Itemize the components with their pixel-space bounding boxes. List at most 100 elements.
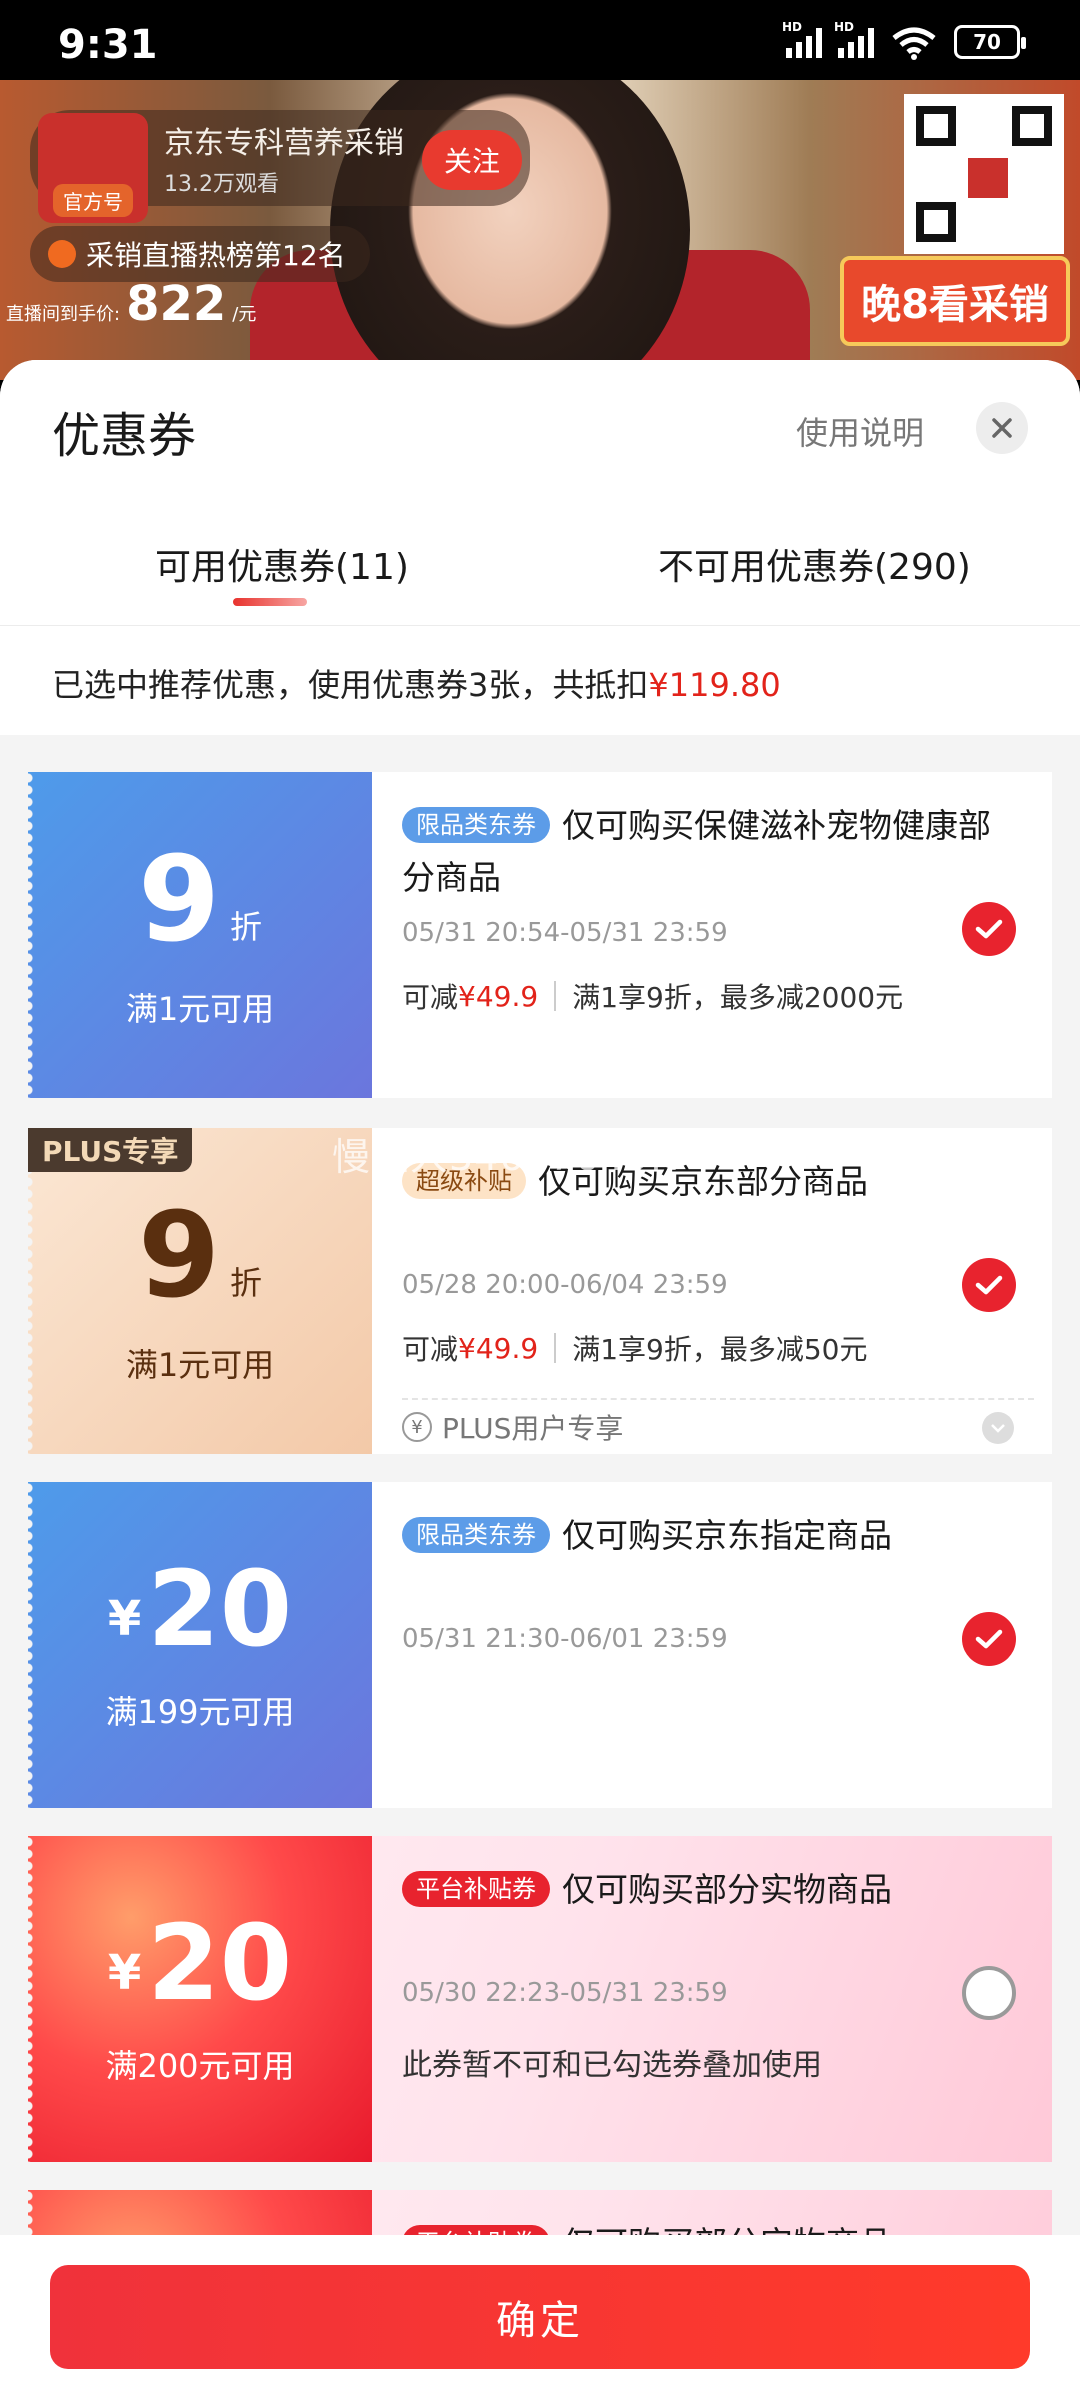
sheet-header: 优惠券 使用说明 可用优惠券(11) 不可用优惠券(290) [0,360,1080,625]
coupon-value-panel: ¥ 20 满200元可用 [28,1836,372,2162]
coupon-deduct: 可减 ¥49.9 满1享9折，最多减50元 [402,1328,1052,1368]
coupon-card[interactable]: 9 折 满1元可用 限品类东券 仅可购买保健滋补宠物健康部分商品 05/31 20… [28,772,1052,1098]
price-label: 直播间到手价: [6,304,121,325]
coupon-value-panel: 9 折 满1元可用 [28,1128,372,1454]
coupon-value-panel: 9 折 满1元可用 [28,772,372,1098]
shop-logo: 官方号 [38,113,148,223]
coupon-condition: 满199元可用 [105,1693,295,1731]
coupon-title: 仅可购买部分实物商品 [562,1870,892,1909]
coupon-tag: 限品类东券 [402,1517,550,1553]
coupon-edge [28,772,36,1098]
qr-logo [968,158,1008,198]
live-video[interactable]: 官方号 京东专科营养采销 13.2万观看 关注 采销直播热榜第12名 直播间到手… [0,80,1080,380]
coupon-details: 限品类东券 仅可购买京东指定商品 05/31 21:30-06/01 23:59 [372,1482,1052,1808]
coupon-selected-checkbox[interactable] [962,1612,1016,1666]
coupon-unit: 折 [230,908,263,946]
check-icon [975,919,1003,939]
coupon-sheet: 优惠券 使用说明 可用优惠券(11) 不可用优惠券(290) 已选中推荐优惠，使… [0,360,1080,2400]
coupon-card[interactable]: ¥ 20 满199元可用 限品类东券 仅可购买京东指定商品 05/31 21:30… [28,1482,1052,1808]
coupon-condition: 满1元可用 [125,990,275,1028]
coupon-edge [28,1836,36,2162]
view-count: 13.2万观看 [164,172,279,197]
qr-finder [916,202,956,242]
rank-text: 采销直播热榜第12名 [86,239,346,272]
currency-symbol: ¥ [107,1945,142,2001]
coupon-value-panel: ¥ 20 满199元可用 [28,1482,372,1808]
coupon-deduct: 可减 ¥49.9 满1享9折，最多减2000元 [402,976,1052,1016]
coupon-rule: 满1享9折，最多减50元 [572,1333,868,1366]
deduct-label: 可减 [402,1333,459,1366]
summary-amount: ¥119.80 [648,666,781,704]
usage-help-link[interactable]: 使用说明 [796,408,924,454]
check-icon [975,1629,1003,1649]
follow-button[interactable]: 关注 [422,130,522,190]
coupon-unselected-radio[interactable] [962,1966,1016,2020]
summary-text: 已选中推荐优惠，使用优惠券3张，共抵扣¥119.80 [52,660,781,706]
signal-icon: HD [834,20,874,58]
coupon-details: 限品类东券 仅可购买保健滋补宠物健康部分商品 05/31 20:54-05/31 … [372,772,1052,1098]
qr-finder [916,106,956,146]
coupon-validity: 05/28 20:00-06/04 23:59 [402,1270,728,1300]
coupon-unit: 折 [230,1264,263,1302]
shop-info: 京东专科营养采销 13.2万观看 [164,118,404,198]
coupon-note: 此券暂不可和已勾选券叠加使用 [402,2048,822,2083]
coupon-condition: 满1元可用 [125,1346,275,1384]
yen-icon: ¥ [402,1412,432,1442]
coupon-value: 9 折 [138,840,262,958]
coupon-value: ¥ 20 [108,1557,292,1661]
deduct-label: 可减 [402,981,459,1014]
rank-chip[interactable]: 采销直播热榜第12名 [30,226,370,282]
summary-prefix: 已选中推荐优惠，使用优惠券3张，共抵扣 [52,666,649,704]
coupon-card[interactable]: ¥ 20 满200元可用 平台补贴券 仅可购买部分实物商品 05/30 22:23… [28,1836,1052,2162]
chevron-down-icon[interactable] [982,1412,1014,1444]
coupon-tag: 平台补贴券 [402,1871,550,1907]
confirm-button[interactable]: 确定 [50,2265,1030,2369]
coupon-validity: 05/30 22:23-05/31 23:59 [402,1978,728,2008]
price-unit: /元 [232,304,257,325]
promo-banner: 晚8看采销 [840,256,1070,346]
coupon-title-line: 限品类东券 仅可购买保健滋补宠物健康部分商品 [402,800,1002,904]
coupon-validity: 05/31 20:54-05/31 23:59 [402,918,728,948]
plus-footer[interactable]: ¥ PLUS用户专享 [402,1398,1034,1454]
fire-icon [48,240,76,268]
coupon-amount: 9 [137,830,221,968]
close-icon [992,418,1012,438]
wifi-icon [892,27,936,60]
active-tab-indicator [233,598,307,606]
qr-finder [1012,106,1052,146]
coupon-edge [28,1128,36,1454]
coupon-title-line: 平台补贴券仅可购买部分实物商品 [402,1864,1002,1916]
coupon-rule: 满1享9折，最多减2000元 [572,981,904,1014]
status-bar: 9:31 HD HD 70 [0,0,1080,80]
coupon-amount: 9 [137,1186,221,1324]
tab-available-coupons[interactable]: 可用优惠券(11) [155,538,409,590]
official-badge: 官方号 [53,184,133,217]
coupon-value: ¥ 20 [108,1911,292,2015]
status-icons: HD HD 70 [782,20,1026,60]
coupon-details: 平台补贴券 仅可购买部分实物商品 05/30 22:23-05/31 23:59 … [372,1836,1052,2162]
coupon-selected-checkbox[interactable] [962,902,1016,956]
coupon-condition: 满200元可用 [105,2047,295,2085]
selection-summary: 已选中推荐优惠，使用优惠券3张，共抵扣¥119.80 [0,625,1080,735]
coupon-selected-checkbox[interactable] [962,1258,1016,1312]
status-time: 9:31 [58,22,158,68]
footer-bar: 确定 [0,2235,1080,2400]
close-button[interactable] [976,402,1028,454]
live-price: 直播间到手价: 822/元 [6,276,256,332]
watermark: 慢星人34667649K [332,1135,677,1179]
qr-code [904,94,1064,254]
tab-unavailable-coupons[interactable]: 不可用优惠券(290) [658,538,971,590]
coupon-value: 9 折 [138,1196,262,1314]
divider [554,981,557,1011]
coupon-validity: 05/31 21:30-06/01 23:59 [402,1624,728,1654]
coupon-title-line: 限品类东券 仅可购买京东指定商品 [402,1510,1002,1562]
shop-name: 京东专科营养采销 [164,126,404,161]
coupon-title: 仅可购买京东指定商品 [562,1516,892,1555]
coupon-edge [28,1482,36,1808]
currency-symbol: ¥ [107,1591,142,1647]
price-value: 822 [126,276,227,332]
battery-icon: 70 [954,25,1026,59]
divider [554,1333,557,1363]
battery-level: 70 [973,30,1001,54]
plus-exclusive-badge: PLUS专享 [28,1128,193,1172]
